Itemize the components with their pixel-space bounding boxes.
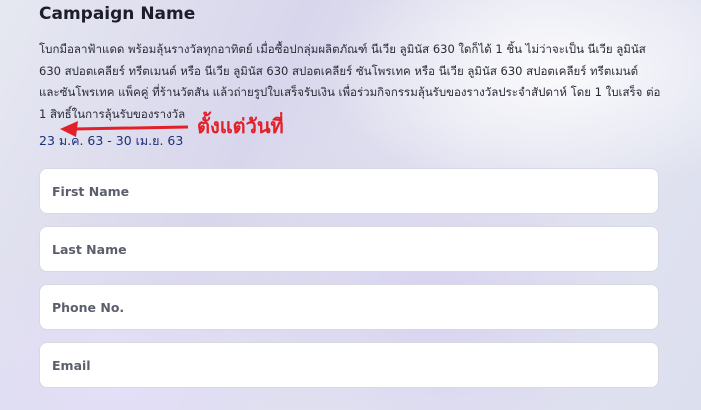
annotation-label: ตั้งแต่วันที่ [197,114,284,138]
annotation-arrow-icon [60,121,189,137]
campaign-description: โบกมือลาฟ้าแดด พร้อมลุ้นรางวัลทุกอาทิตย์… [39,42,661,121]
last-name-input[interactable] [39,226,659,272]
campaign-title: Campaign Name [39,4,196,24]
phone-input[interactable] [39,284,659,330]
email-input[interactable] [39,342,659,388]
first-name-input[interactable] [39,168,659,214]
